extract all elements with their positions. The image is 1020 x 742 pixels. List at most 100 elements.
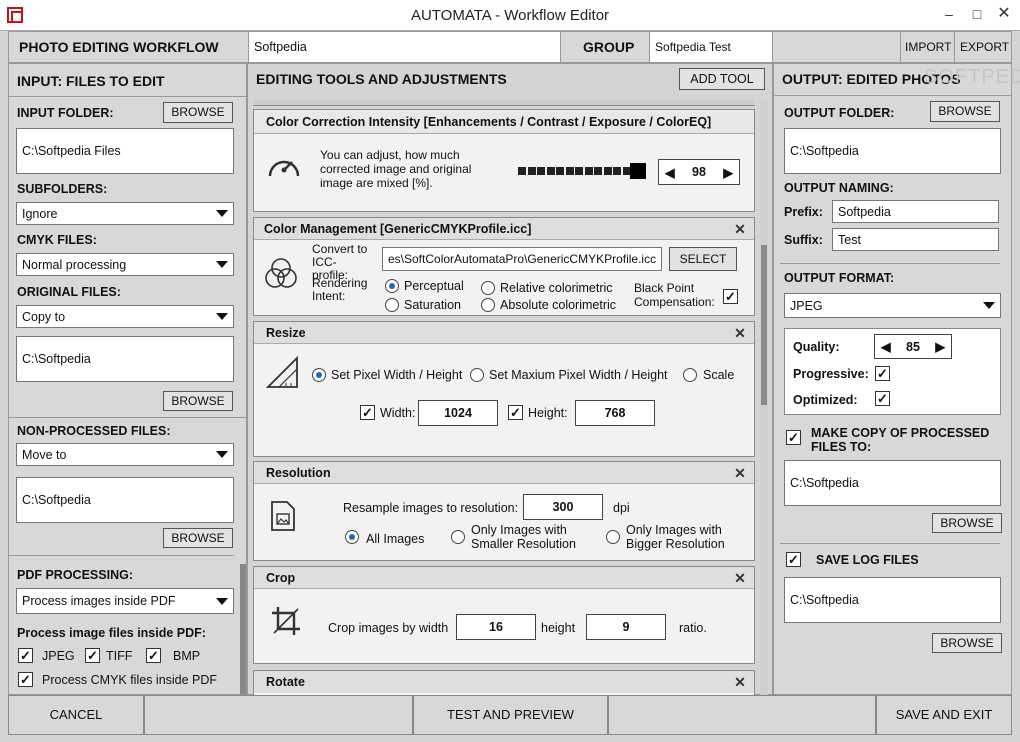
output-browse-button[interactable]: BROWSE — [930, 101, 1000, 122]
close-icon[interactable]: ✕ — [993, 4, 1015, 24]
resolution-input[interactable]: 300 — [523, 494, 603, 520]
left-scrollbar[interactable] — [240, 564, 246, 694]
original-browse-button[interactable]: BROWSE — [163, 391, 233, 411]
add-tool-button[interactable]: ADD TOOL — [679, 68, 765, 90]
bmp-checkbox[interactable]: ✓ — [146, 648, 161, 663]
subfolders-label: SUBFOLDERS: — [17, 182, 108, 196]
original-path-field[interactable]: C:\Softpedia — [16, 336, 234, 382]
slider-segment — [556, 167, 564, 175]
tiff-label: TIFF — [106, 649, 133, 663]
height-input[interactable]: 768 — [575, 400, 655, 426]
output-folder-field[interactable]: C:\Softpedia — [784, 128, 1001, 174]
test-preview-button[interactable]: TEST AND PREVIEW — [413, 695, 608, 735]
color-management-card: Color Management [GenericCMYKProfile.icc… — [253, 217, 755, 316]
save-exit-button[interactable]: SAVE AND EXIT — [876, 695, 1012, 735]
close-icon[interactable]: ✕ — [732, 465, 748, 481]
close-icon[interactable]: ✕ — [732, 674, 748, 690]
saturation-radio[interactable] — [385, 298, 399, 312]
intensity-slider[interactable] — [518, 163, 646, 179]
increase-icon[interactable]: ▶ — [723, 165, 733, 180]
workflow-name-input[interactable]: Softpedia — [248, 32, 561, 62]
decrease-icon[interactable]: ◀ — [881, 339, 891, 354]
cmyk-label: CMYK FILES: — [17, 233, 97, 247]
color-intensity-title: Color Correction Intensity [Enhancements… — [254, 110, 754, 134]
bpc-label: Black Point Compensation: — [634, 281, 715, 309]
prefix-input[interactable]: Softpedia — [832, 200, 999, 223]
ruler-icon — [266, 356, 298, 388]
absolute-label: Absolute colorimetric — [500, 298, 617, 312]
chevron-down-icon — [216, 597, 228, 605]
slider-thumb[interactable] — [630, 163, 646, 179]
resize-card: Resize ✕ Set Pixel Width / Height Set Max… — [253, 321, 755, 457]
jpeg-checkbox[interactable]: ✓ — [18, 648, 33, 663]
crop-width-input[interactable]: 16 — [456, 614, 536, 640]
close-icon[interactable]: ✕ — [732, 221, 748, 237]
non-processed-path-field[interactable]: C:\Softpedia — [16, 477, 234, 523]
make-copy-checkbox[interactable]: ✓ — [786, 430, 801, 445]
select-profile-button[interactable]: SELECT — [669, 247, 737, 271]
width-label: Width: — [380, 406, 416, 420]
input-folder-field[interactable]: C:\Softpedia Files — [16, 128, 234, 174]
cmyk-pdf-checkbox[interactable]: ✓ — [18, 672, 33, 687]
scale-radio[interactable] — [683, 368, 697, 382]
optimized-label: Optimized: — [793, 393, 858, 407]
pdf-processing-label: PDF PROCESSING: — [17, 568, 133, 582]
suffix-label: Suffix: — [784, 233, 823, 247]
non-processed-browse-button[interactable]: BROWSE — [163, 528, 233, 548]
cmyk-select[interactable]: Normal processing — [16, 253, 234, 276]
log-path-field[interactable]: C:\Softpedia — [784, 577, 1001, 623]
perceptual-radio[interactable] — [385, 279, 399, 293]
relative-radio[interactable] — [481, 281, 495, 295]
rotate-card: Rotate ✕ — [253, 670, 755, 696]
bpc-checkbox[interactable]: ✓ — [723, 289, 738, 304]
decrease-icon[interactable]: ◀ — [665, 165, 675, 180]
smaller-res-radio[interactable] — [451, 530, 465, 544]
close-icon[interactable]: ✕ — [732, 325, 748, 341]
progressive-label: Progressive: — [793, 367, 869, 381]
input-panel: INPUT: FILES TO EDIT INPUT FOLDER: BROWS… — [8, 63, 247, 695]
height-checkbox[interactable]: ✓ — [508, 405, 523, 420]
input-browse-button[interactable]: BROWSE — [163, 102, 233, 123]
absolute-radio[interactable] — [481, 298, 495, 312]
suffix-input[interactable]: Test — [832, 228, 999, 251]
progressive-checkbox[interactable]: ✓ — [875, 366, 890, 381]
output-format-select[interactable]: JPEG — [784, 293, 1001, 318]
input-panel-title: INPUT: FILES TO EDIT — [17, 73, 165, 89]
minimize-icon[interactable]: – — [938, 4, 960, 24]
dpi-label: dpi — [613, 501, 630, 515]
copy-browse-button[interactable]: BROWSE — [932, 513, 1002, 533]
chevron-down-icon — [216, 313, 228, 320]
maximize-icon[interactable]: □ — [966, 4, 988, 24]
pdf-processing-select[interactable]: Process images inside PDF — [16, 588, 234, 614]
original-files-select[interactable]: Copy to — [16, 305, 234, 328]
tools-scrollbar[interactable] — [760, 100, 768, 696]
width-input[interactable]: 1024 — [418, 400, 498, 426]
bigger-res-radio[interactable] — [606, 530, 620, 544]
tiff-checkbox[interactable]: ✓ — [85, 648, 100, 663]
close-icon[interactable]: ✕ — [732, 570, 748, 586]
width-checkbox[interactable]: ✓ — [360, 405, 375, 420]
group-name-input[interactable]: Softpedia Test — [649, 32, 773, 62]
non-processed-select[interactable]: Move to — [16, 443, 234, 466]
max-pixel-size-radio[interactable] — [470, 368, 484, 382]
workflow-bar: PHOTO EDITING WORKFLOW Softpedia GROUP S… — [8, 31, 1012, 63]
intensity-stepper[interactable]: ◀ 98 ▶ — [658, 159, 740, 185]
export-button[interactable]: EXPORT — [960, 40, 1009, 54]
cancel-button[interactable]: CANCEL — [8, 695, 144, 735]
icc-profile-field[interactable]: es\SoftColorAutomataPro\GenericCMYKProfi… — [382, 247, 662, 271]
tools-scrollbar-thumb[interactable] — [761, 245, 767, 405]
log-browse-button[interactable]: BROWSE — [932, 633, 1002, 653]
slider-segment — [527, 167, 536, 175]
increase-icon[interactable]: ▶ — [935, 339, 945, 354]
quality-stepper[interactable]: ◀ 85 ▶ — [874, 334, 952, 359]
all-images-radio[interactable] — [345, 530, 359, 544]
crop-height-input[interactable]: 9 — [586, 614, 666, 640]
pixel-size-radio[interactable] — [312, 368, 326, 382]
subfolders-select[interactable]: Ignore — [16, 202, 234, 225]
import-button[interactable]: IMPORT — [905, 40, 951, 54]
output-naming-label: OUTPUT NAMING: — [784, 181, 894, 195]
workflow-label: PHOTO EDITING WORKFLOW — [19, 39, 219, 55]
copy-path-field[interactable]: C:\Softpedia — [784, 460, 1001, 506]
optimized-checkbox[interactable]: ✓ — [875, 391, 890, 406]
save-log-checkbox[interactable]: ✓ — [786, 552, 801, 567]
